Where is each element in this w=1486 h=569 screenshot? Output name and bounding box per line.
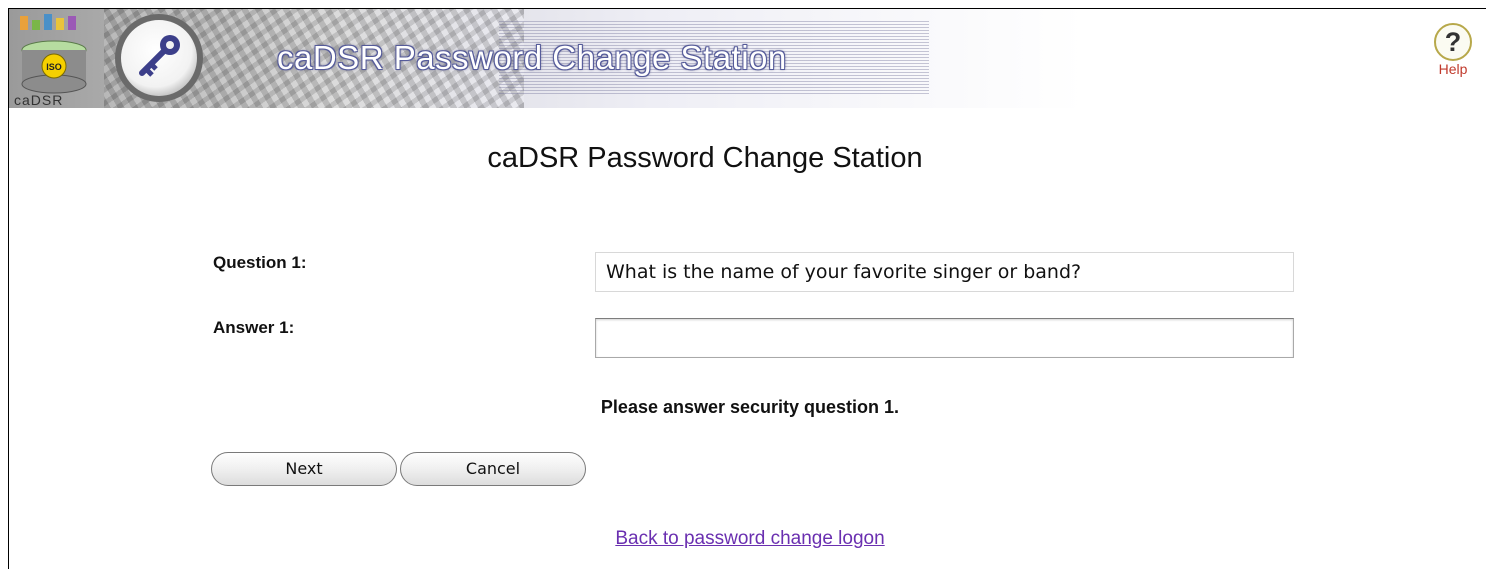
answer-input[interactable]: [595, 318, 1294, 358]
next-button[interactable]: Next: [211, 452, 397, 486]
help-label: Help: [1438, 61, 1468, 77]
svg-text:ISO: ISO: [46, 62, 62, 72]
banner-title: caDSR Password Change Station: [277, 39, 787, 76]
help-icon: ?: [1434, 23, 1472, 61]
cancel-button[interactable]: Cancel: [400, 452, 586, 486]
answer-label: Answer 1:: [213, 318, 295, 337]
status-message: Please answer security question 1.: [600, 397, 900, 417]
key-icon: [112, 11, 206, 105]
logo-text: caDSR: [14, 92, 64, 108]
question-label: Question 1:: [213, 253, 307, 272]
back-to-logon-link[interactable]: Back to password change logon: [0, 528, 1486, 550]
question-field: What is the name of your favorite singer…: [595, 252, 1294, 292]
svg-text:?: ?: [1445, 27, 1462, 57]
page-title: caDSR Password Change Station: [487, 142, 923, 174]
help-button[interactable]: ? Help: [1428, 22, 1478, 77]
